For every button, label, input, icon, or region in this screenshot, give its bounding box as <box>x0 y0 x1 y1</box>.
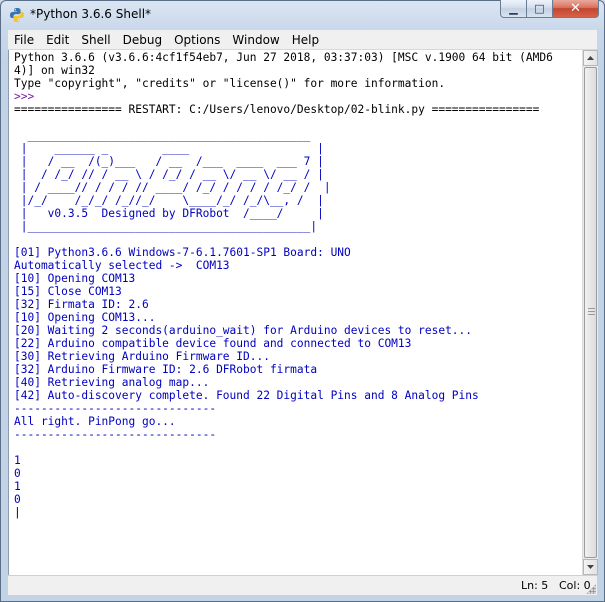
shell-line: [30] Retrieving Arduino Firmware ID... <box>14 350 270 363</box>
arrow-down-icon <box>587 565 594 569</box>
shell-line: 0 <box>14 467 21 480</box>
menu-edit[interactable]: Edit <box>40 33 75 47</box>
shell-line: >>> <box>14 90 41 103</box>
shell-line: | v0.3.5 Designed by DFRobot /____/ | <box>14 207 324 220</box>
shell-line: [22] Arduino compatible device found and… <box>14 337 412 350</box>
shell-line: Automatically selected -> COM13 <box>14 259 230 272</box>
menu-window[interactable]: Window <box>226 33 285 47</box>
shell-line: |_______________________________________… <box>14 220 318 233</box>
shell-line: | / ____// / / / // ____/ /_/ / / / / /_… <box>14 181 331 194</box>
status-line: Ln: 5 <box>521 579 549 592</box>
shell-line: ------------------------------ <box>14 428 217 441</box>
vertical-scrollbar[interactable] <box>582 50 598 575</box>
menu-bar: File Edit Shell Debug Options Window Hel… <box>8 30 597 50</box>
text-cursor: | <box>14 506 21 519</box>
menu-debug[interactable]: Debug <box>117 33 168 47</box>
close-button[interactable]: ✕ <box>553 0 599 18</box>
scroll-down-button[interactable] <box>583 559 598 575</box>
shell-output: Python 3.6.6 (v3.6.6:4cf1f54eb7, Jun 27 … <box>9 50 583 519</box>
minimize-button[interactable]: ▁ <box>500 0 527 18</box>
menu-options[interactable]: Options <box>168 33 226 47</box>
minimize-icon: ▁ <box>509 2 518 15</box>
shell-line: 0 <box>14 493 21 506</box>
shell-line: Python 3.6.6 (v3.6.6:4cf1f54eb7, Jun 27 … <box>14 51 553 64</box>
shell-line: 1 <box>14 454 21 467</box>
shell-line: |/_/ /_/_/ /_//_/ \____/_/ /_/\__, / | <box>14 194 324 207</box>
shell-line: [42] Auto-discovery complete. Found 22 D… <box>14 389 479 402</box>
shell-line: | ______ _ ____ | <box>14 142 324 155</box>
window-controls: ▁ □ ✕ <box>500 0 599 20</box>
shell-line: [32] Arduino Firmware ID: 2.6 DFRobot fi… <box>14 363 318 376</box>
status-column: Col: 0 <box>559 579 591 592</box>
arrow-up-icon <box>587 56 594 60</box>
maximize-icon: □ <box>534 2 545 15</box>
shell-text-area[interactable]: Python 3.6.6 (v3.6.6:4cf1f54eb7, Jun 27 … <box>8 50 583 575</box>
shell-line: [10] Opening COM13 <box>14 272 136 285</box>
shell-line: [40] Retrieving analog map... <box>14 376 210 389</box>
shell-line: ================ RESTART: C:/Users/lenov… <box>14 103 540 116</box>
title-bar[interactable]: *Python 3.6.6 Shell* ▁ □ ✕ <box>0 0 605 30</box>
shell-line: [20] Waiting 2 seconds(arduino_wait) for… <box>14 324 473 337</box>
menu-shell[interactable]: Shell <box>75 33 116 47</box>
menu-help[interactable]: Help <box>286 33 325 47</box>
shell-line: 1 <box>14 480 21 493</box>
scroll-up-button[interactable] <box>583 50 598 66</box>
shell-line: All right. PinPong go... <box>14 415 176 428</box>
window-title: *Python 3.6.6 Shell* <box>30 7 152 21</box>
python-icon <box>10 8 24 22</box>
shell-line: Type "copyright", "credits" or "license(… <box>14 77 446 90</box>
shell-line: ________________________________________… <box>14 129 311 142</box>
status-bar: Ln: 5 Col: 0 <box>8 575 597 595</box>
shell-line: [15] Close COM13 <box>14 285 122 298</box>
shell-line: [10] Opening COM13... <box>14 311 156 324</box>
shell-line: | / __ /(_)___ / __ /___ ____ ___ 7 | <box>14 155 324 168</box>
shell-line: [01] Python3.6.6 Windows-7-6.1.7601-SP1 … <box>14 246 351 259</box>
menu-file[interactable]: File <box>8 33 40 47</box>
close-icon: ✕ <box>570 1 581 16</box>
grip-icon <box>588 308 595 316</box>
shell-line: ------------------------------ <box>14 402 217 415</box>
maximize-button[interactable]: □ <box>527 0 553 18</box>
scroll-thumb[interactable] <box>584 67 597 558</box>
shell-line: 4)] on win32 <box>14 64 95 77</box>
shell-line: | / /_/ // / __ \ / /_/ / __ \/ __ \/ __… <box>14 168 324 181</box>
shell-line: [32] Firmata ID: 2.6 <box>14 298 149 311</box>
